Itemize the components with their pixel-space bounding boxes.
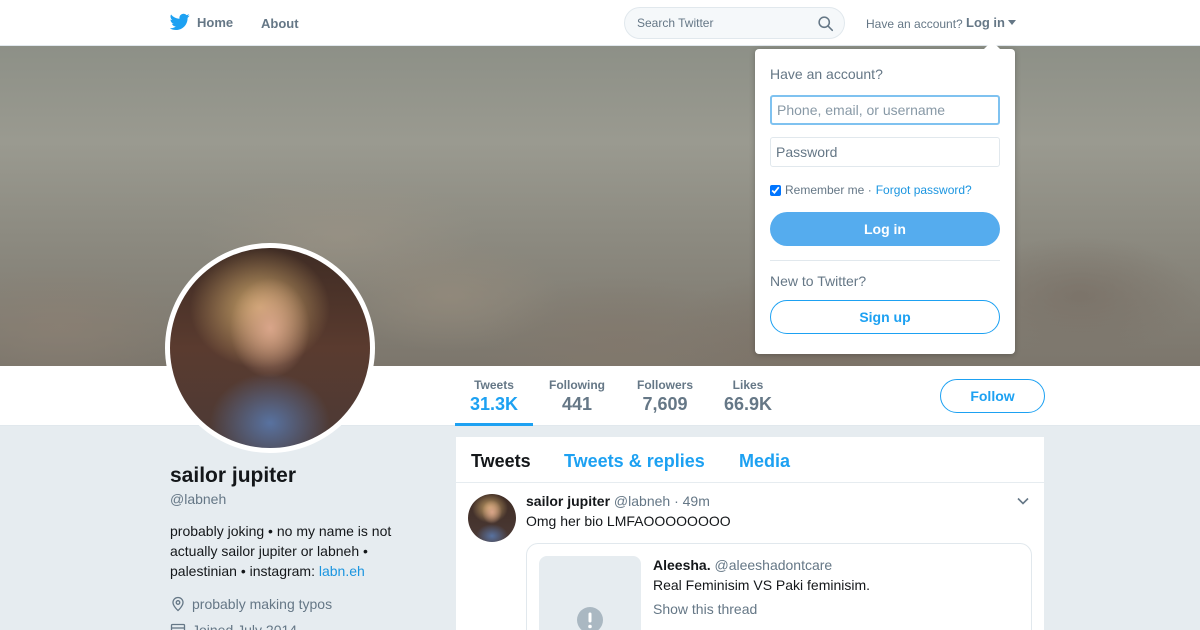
tab-tweets-replies[interactable]: Tweets & replies <box>564 451 705 472</box>
dropdown-arrow <box>983 41 1001 50</box>
username-field[interactable] <box>770 95 1000 125</box>
tweet-avatar[interactable] <box>468 494 516 542</box>
have-account-text: Have an account? <box>866 17 963 31</box>
tweet-timestamp[interactable]: · 49m <box>674 493 710 509</box>
tweet-text: Omg her bio LMFAOOOOOOOO <box>526 513 731 529</box>
profile-joined: Joined July 2014 <box>170 622 297 630</box>
new-to-twitter-text: New to Twitter? <box>770 273 867 289</box>
profile-name[interactable]: sailor jupiter <box>170 464 296 488</box>
stat-likes[interactable]: Likes 66.9K <box>722 378 774 415</box>
search-icon[interactable] <box>817 15 834 32</box>
caret-down-icon <box>1008 20 1016 25</box>
password-field[interactable] <box>770 137 1000 167</box>
nav-home-link[interactable]: Home <box>170 13 233 31</box>
top-nav: Home About Have an account? Log in <box>0 0 1200 46</box>
stat-label: Tweets <box>474 378 514 392</box>
search-box[interactable] <box>624 7 845 39</box>
remember-me-checkbox[interactable] <box>770 184 781 196</box>
bio-instagram-link[interactable]: labn.eh <box>319 563 365 579</box>
quoted-text: Real Feminisim VS Paki feminisim. <box>653 577 871 593</box>
profile-avatar[interactable] <box>165 243 375 453</box>
timeline: Tweets Tweets & replies Media sailor jup… <box>456 437 1044 630</box>
stat-tweets[interactable]: Tweets 31.3K <box>455 378 533 426</box>
remember-row: Remember me · Forgot password? <box>770 183 972 197</box>
remember-me-label[interactable]: Remember me · <box>785 183 872 197</box>
tweet-author-handle[interactable]: @labneh <box>614 493 670 509</box>
profile-location: probably making typos <box>170 596 332 612</box>
stat-followers[interactable]: Followers 7,609 <box>632 378 698 415</box>
profile-handle[interactable]: @labneh <box>170 491 226 507</box>
nav-home-label: Home <box>197 14 234 30</box>
nav-about-link[interactable]: About <box>261 16 299 31</box>
stat-value: 66.9K <box>723 394 773 414</box>
stat-label: Following <box>549 378 605 392</box>
stat-following[interactable]: Following 441 <box>544 378 610 415</box>
forgot-password-link[interactable]: Forgot password? <box>876 183 972 197</box>
stat-label: Likes <box>732 378 764 392</box>
twitter-bird-icon <box>170 13 190 31</box>
dropdown-title: Have an account? <box>770 66 883 82</box>
calendar-icon <box>170 623 186 630</box>
location-pin-icon <box>172 596 184 612</box>
quoted-tweet[interactable]: Aleesha. @aleeshadontcare Real Feminisim… <box>526 543 1032 630</box>
joined-text: Joined July 2014 <box>192 622 298 630</box>
tab-media[interactable]: Media <box>739 451 790 472</box>
login-dropdown: Have an account? Remember me · Forgot pa… <box>755 41 1015 354</box>
quoted-header: Aleesha. @aleeshadontcare <box>653 557 832 573</box>
search-input[interactable] <box>637 16 807 30</box>
profile-bio: probably joking • no my name is not actu… <box>170 521 415 581</box>
stat-value: 441 <box>561 394 593 414</box>
chevron-down-icon[interactable] <box>1017 495 1029 507</box>
timeline-tabs: Tweets Tweets & replies Media <box>456 437 1044 483</box>
follow-button[interactable]: Follow <box>940 379 1045 413</box>
stat-value: 31.3K <box>469 394 519 414</box>
location-text: probably making typos <box>192 596 333 612</box>
login-button[interactable]: Log in <box>770 212 1000 246</box>
tweet-header: sailor jupiter @labneh · 49m <box>526 493 710 509</box>
login-toggle-label: Log in <box>966 15 1005 30</box>
tweet-author-name[interactable]: sailor jupiter <box>526 493 610 509</box>
show-thread-link[interactable]: Show this thread <box>653 601 757 617</box>
quoted-author-handle: @aleeshadontcare <box>714 557 833 573</box>
quoted-author-name: Aleesha. <box>653 557 711 573</box>
login-dropdown-toggle[interactable]: Log in <box>966 15 1016 30</box>
signup-button[interactable]: Sign up <box>770 300 1000 334</box>
divider <box>770 260 1000 261</box>
quoted-media-placeholder <box>539 556 641 630</box>
warning-icon <box>577 607 603 630</box>
stat-value: 7,609 <box>642 394 688 414</box>
tab-tweets[interactable]: Tweets <box>471 451 531 472</box>
stat-label: Followers <box>636 378 693 392</box>
avatar-image <box>170 248 370 448</box>
